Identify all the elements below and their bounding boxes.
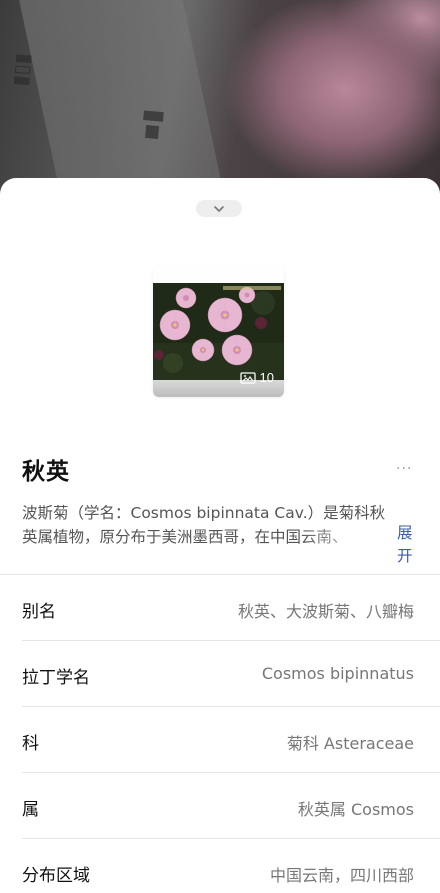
attribute-value: 中国云南，四川西部	[269, 866, 414, 885]
collapse-sheet-button[interactable]	[196, 200, 242, 217]
attribute-list: 别名 秋英、大波斯菊、八瓣梅 拉丁学名 Cosmos bipinnatus 科 …	[0, 574, 440, 893]
background-card-shape	[14, 0, 226, 200]
attribute-value: 秋英属 Cosmos	[297, 800, 414, 819]
description-fade	[300, 525, 395, 549]
attribute-row-distribution: 分布区域 中国云南，四川西部	[22, 839, 440, 893]
result-bottom-sheet: 10 秋英 ··· 波斯菊（学名：Cosmos bipinnata Cav.）是…	[0, 178, 440, 893]
background-text-mark: ▮▯▮	[11, 52, 38, 88]
screen: ▮▯▮ ▮▪ 10 秋英 ··· 波斯菊（学名：Cosmos bipinnata…	[0, 0, 440, 893]
attribute-value: 菊科 Asteraceae	[286, 734, 414, 753]
attribute-row-genus: 属 秋英属 Cosmos	[22, 773, 440, 839]
camera-background-photo: ▮▯▮ ▮▪	[0, 0, 440, 200]
plant-image-gallery[interactable]: 10	[153, 266, 284, 397]
attribute-row-family: 科 菊科 Asteraceae	[22, 707, 440, 773]
expand-description-link[interactable]: 展开	[397, 522, 417, 568]
attribute-label: 科	[22, 734, 39, 754]
plant-photo-thumbnail	[153, 283, 284, 380]
attribute-label: 分布区域	[22, 866, 90, 886]
attribute-row-latin-name: 拉丁学名 Cosmos bipinnatus	[22, 641, 440, 707]
attribute-value: Cosmos bipinnatus	[261, 664, 414, 683]
plant-name-title: 秋英	[22, 459, 70, 485]
attribute-label: 别名	[22, 602, 56, 622]
cosmos-flower-photo	[153, 283, 284, 380]
more-dots-icon[interactable]: ···	[396, 461, 412, 477]
background-text-mark: ▮▪	[137, 107, 171, 143]
attribute-row-alias: 别名 秋英、大波斯菊、八瓣梅	[22, 575, 440, 641]
attribute-value: 秋英、大波斯菊、八瓣梅	[237, 602, 414, 621]
chevron-down-icon	[214, 205, 224, 212]
image-count-text: 10	[259, 370, 274, 385]
attribute-label: 拉丁学名	[22, 668, 90, 688]
image-icon	[239, 371, 256, 384]
image-count-badge: 10	[239, 370, 274, 385]
attribute-label: 属	[22, 800, 39, 820]
